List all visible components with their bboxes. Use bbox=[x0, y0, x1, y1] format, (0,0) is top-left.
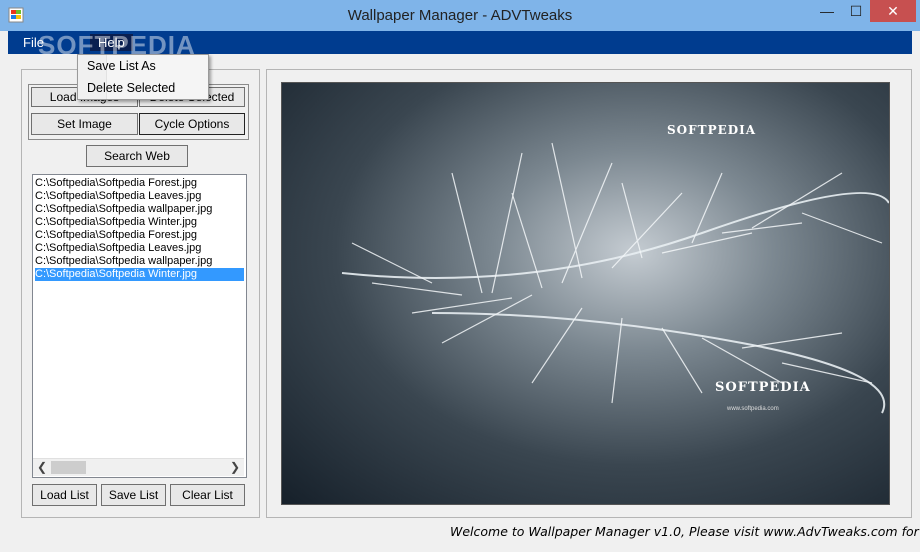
preview-watermark-top: SOFTPEDIA bbox=[667, 123, 757, 137]
clear-list-button[interactable]: Clear List bbox=[170, 484, 245, 506]
title-bar: Wallpaper Manager - ADVTweaks — ☐ ✕ bbox=[0, 0, 920, 31]
horizontal-scrollbar[interactable]: ❮ ❯ bbox=[33, 458, 244, 476]
window-title: Wallpaper Manager - ADVTweaks bbox=[347, 7, 573, 24]
scroll-left-icon[interactable]: ❮ bbox=[37, 460, 47, 474]
preview-watermark-url: www.softpedia.com bbox=[727, 406, 779, 412]
preview-watermark-bottom: SOFTPEDIA bbox=[715, 380, 811, 395]
close-icon[interactable]: ✕ bbox=[870, 0, 916, 22]
maximize-icon[interactable]: ☐ bbox=[842, 0, 870, 22]
menu-item-delete-selected[interactable]: Delete Selected bbox=[87, 81, 175, 95]
scroll-right-icon[interactable]: ❯ bbox=[230, 460, 240, 474]
list-item[interactable]: C:\Softpedia\Softpedia wallpaper.jpg bbox=[35, 255, 244, 268]
list-item[interactable]: C:\Softpedia\Softpedia Forest.jpg bbox=[35, 229, 244, 242]
list-item[interactable]: C:\Softpedia\Softpedia Leaves.jpg bbox=[35, 242, 244, 255]
image-list[interactable]: C:\Softpedia\Softpedia Forest.jpg C:\Sof… bbox=[32, 174, 247, 478]
softpedia-watermark: SOFTPEDIA bbox=[38, 30, 196, 60]
list-item-selected[interactable]: C:\Softpedia\Softpedia Winter.jpg bbox=[35, 268, 244, 281]
save-list-button[interactable]: Save List bbox=[101, 484, 166, 506]
menu-item-save-list-as[interactable]: Save List As bbox=[87, 59, 156, 73]
search-web-button[interactable]: Search Web bbox=[86, 145, 188, 167]
scroll-thumb[interactable] bbox=[51, 461, 86, 474]
load-list-button[interactable]: Load List bbox=[32, 484, 97, 506]
frost-illustration bbox=[341, 142, 889, 414]
status-bar: Welcome to Wallpaper Manager v1.0, Pleas… bbox=[450, 524, 920, 539]
cycle-options-button[interactable]: Cycle Options bbox=[139, 113, 245, 135]
list-item[interactable]: C:\Softpedia\Softpedia Forest.jpg bbox=[35, 177, 244, 190]
set-image-button[interactable]: Set Image bbox=[31, 113, 138, 135]
list-item[interactable]: C:\Softpedia\Softpedia wallpaper.jpg bbox=[35, 203, 244, 216]
list-item[interactable]: C:\Softpedia\Softpedia Winter.jpg bbox=[35, 216, 244, 229]
list-item[interactable]: C:\Softpedia\Softpedia Leaves.jpg bbox=[35, 190, 244, 203]
minimize-icon[interactable]: — bbox=[812, 0, 842, 22]
wallpaper-preview: SOFTPEDIA SOFTPEDIA www.softpedia.com bbox=[281, 82, 890, 505]
